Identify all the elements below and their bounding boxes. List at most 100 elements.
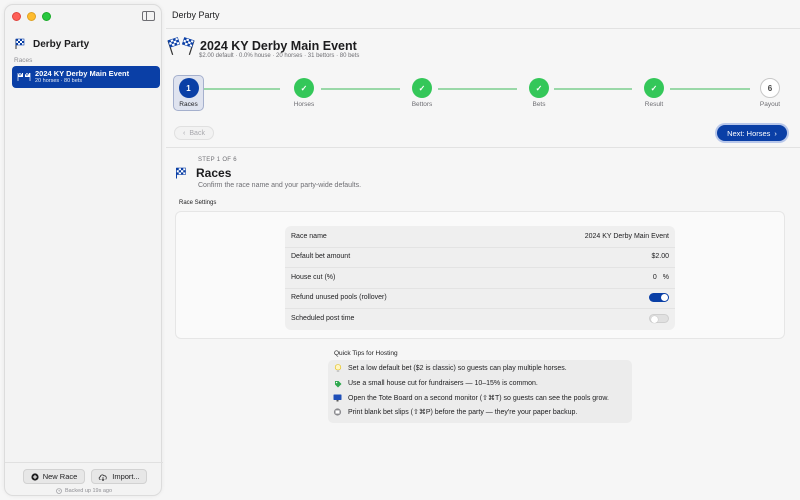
backup-status-text: Backed up 19s ago [64, 488, 113, 494]
step-horses[interactable]: ✓ Horses [282, 76, 326, 108]
step-number: 6 [760, 78, 780, 98]
tip-text: Use a small house cut for fundraisers — … [348, 380, 538, 387]
house-cut-field[interactable]: 0 [653, 274, 657, 281]
race-title: 2024 KY Derby Main Event [200, 39, 357, 53]
import-label: Import... [112, 472, 140, 481]
step-bets[interactable]: ✓ Bets [517, 76, 561, 108]
step-result[interactable]: ✓ Result [632, 76, 676, 108]
step-label: Result [644, 101, 664, 108]
refund-label: Refund unused pools (rollover) [291, 294, 387, 302]
checkmark-icon: ✓ [294, 78, 314, 98]
house-cut-row: House cut (%) 0 % [285, 267, 675, 288]
app-title-row: Derby Party [14, 38, 89, 50]
races-section-label: Races [14, 57, 33, 64]
race-settings-form: Race name 2024 KY Derby Main Event Defau… [285, 226, 675, 330]
tip-text: Print blank bet slips (⇧⌘P) before the p… [348, 408, 578, 416]
tip-text: Set a low default bet ($2 is classic) so… [348, 365, 567, 372]
monitor-icon [333, 393, 342, 402]
zoom-window-button[interactable] [42, 12, 51, 21]
section-title: Races [196, 166, 232, 180]
post-time-row: Scheduled post time [285, 308, 675, 329]
step-connector [670, 88, 750, 90]
step-races[interactable]: 1 Races [173, 75, 204, 111]
default-bet-row: Default bet amount $2.00 [285, 247, 675, 268]
step-label: Bets [532, 101, 546, 108]
step-label: Payout [759, 101, 781, 108]
race-settings-card: Race name 2024 KY Derby Main Event Defau… [175, 211, 785, 339]
refund-row: Refund unused pools (rollover) [285, 288, 675, 309]
race-item-subtitle: 20 horses · 80 bets [35, 77, 83, 84]
section-header: Races [175, 166, 231, 180]
house-cut-label: House cut (%) [291, 273, 336, 281]
tag-icon [333, 379, 342, 388]
sidebar: Derby Party Races 2024 KY Derby Main Eve… [4, 4, 163, 496]
step-number: 1 [178, 78, 199, 98]
plus-circle-icon [31, 472, 39, 481]
new-race-label: New Race [42, 472, 78, 481]
tips-box: Set a low default bet ($2 is classic) so… [328, 360, 632, 423]
default-bet-label: Default bet amount [291, 253, 351, 261]
toolbar-divider [166, 28, 800, 29]
section-description: Confirm the race name and your party-wid… [198, 182, 362, 189]
step-indicator: STEP 1 OF 6 [198, 157, 237, 163]
step-payout[interactable]: 6 Payout [748, 76, 792, 108]
race-item-title: 2024 KY Derby Main Event [35, 68, 130, 78]
back-button[interactable]: ‹ Back [174, 126, 214, 140]
cloud-download-icon [99, 474, 107, 481]
next-label: Next: Horses [727, 128, 771, 138]
main-content: Derby Party 2024 KY Derby Main Event $2.… [166, 0, 800, 500]
tip-item: Use a small house cut for fundraisers — … [333, 379, 538, 388]
close-window-button[interactable] [12, 12, 21, 21]
step-connector [438, 88, 517, 90]
tip-item: Open the Tote Board on a second monitor … [333, 393, 609, 402]
checkered-flag-icon [176, 167, 186, 179]
window-controls [12, 12, 51, 21]
post-time-label: Scheduled post time [291, 314, 355, 322]
tip-item: Set a low default bet ($2 is classic) so… [333, 364, 567, 373]
content-divider [166, 147, 800, 148]
refund-toggle[interactable] [649, 293, 669, 303]
race-name-row: Race name 2024 KY Derby Main Event [285, 226, 675, 247]
wizard-stepper: 1 Races ✓ Horses ✓ Bettors ✓ Bets ✓ Resu… [166, 75, 800, 112]
step-bettors[interactable]: ✓ Bettors [400, 76, 444, 108]
backup-status: Backed up 19s ago [5, 488, 163, 494]
house-cut-unit: % [662, 273, 669, 281]
tip-text: Open the Tote Board on a second monitor … [348, 394, 609, 402]
step-connector [321, 88, 400, 90]
sidebar-race-item[interactable]: 2024 KY Derby Main Event 20 horses · 80 … [12, 66, 160, 88]
step-connector [203, 88, 280, 90]
sidebar-toggle-icon[interactable] [142, 11, 155, 21]
printer-icon [333, 407, 342, 416]
chevron-left-icon: ‹ [183, 129, 186, 137]
checkered-flag-icon [15, 38, 25, 49]
post-time-toggle[interactable] [649, 313, 669, 323]
crossed-flags-icon [167, 37, 195, 55]
step-label: Bettors [411, 101, 433, 108]
next-button[interactable]: Next: Horses › [717, 125, 787, 141]
race-summary: $2.00 default · 0.0% house · 20 horses ·… [199, 53, 360, 59]
back-label: Back [189, 129, 205, 137]
checkmark-icon: ✓ [412, 78, 432, 98]
app-window: Derby Party Races 2024 KY Derby Main Eve… [0, 0, 800, 500]
chevron-right-icon: › [774, 128, 777, 138]
tip-item: Print blank bet slips (⇧⌘P) before the p… [333, 407, 577, 416]
step-label: Horses [293, 101, 315, 108]
window-title: Derby Party [172, 10, 220, 20]
clock-icon [56, 488, 62, 494]
default-bet-field[interactable]: $2.00 [651, 253, 669, 260]
app-title: Derby Party [33, 38, 90, 50]
step-connector [554, 88, 632, 90]
lightbulb-icon [333, 364, 342, 373]
minimize-window-button[interactable] [27, 12, 36, 21]
import-button[interactable]: Import... [91, 469, 147, 484]
checkmark-icon: ✓ [529, 78, 549, 98]
new-race-button[interactable]: New Race [23, 469, 85, 484]
race-name-field[interactable]: 2024 KY Derby Main Event [585, 233, 669, 240]
race-flags-icon [17, 73, 31, 81]
race-name-label: Race name [291, 232, 327, 240]
tips-title: Quick Tips for Hosting [334, 350, 398, 357]
step-label: Races [179, 101, 198, 108]
sidebar-footer-divider [5, 462, 163, 463]
race-settings-label: Race Settings [179, 200, 217, 206]
checkmark-icon: ✓ [644, 78, 664, 98]
